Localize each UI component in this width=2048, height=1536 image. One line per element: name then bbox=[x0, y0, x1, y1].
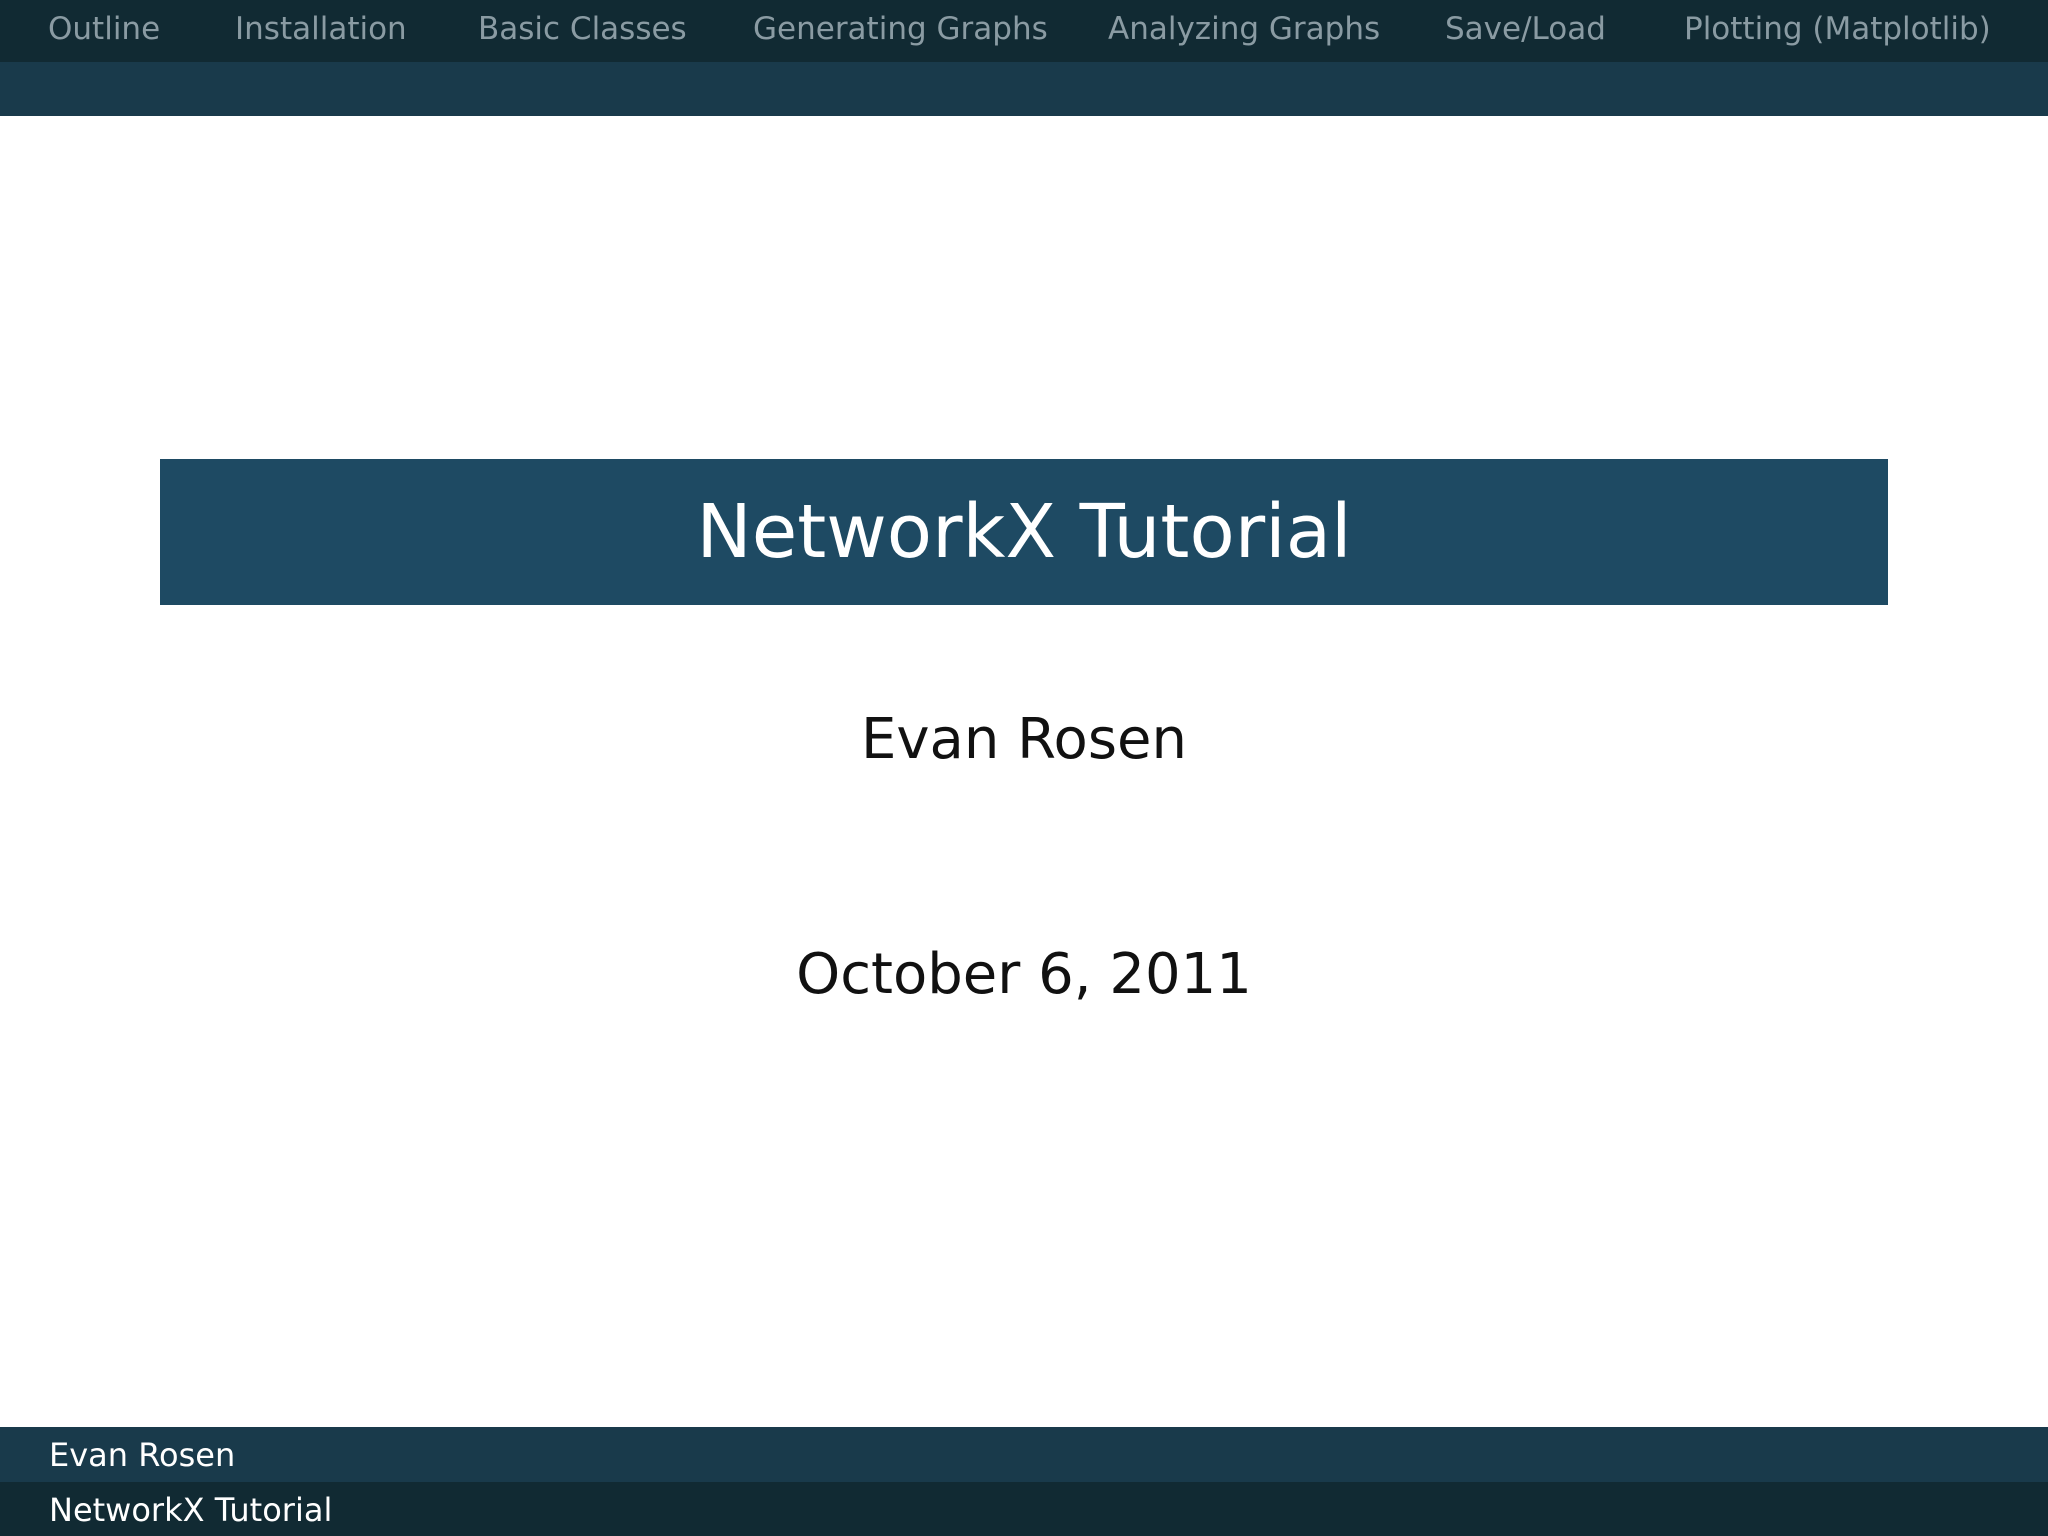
author-name: Evan Rosen bbox=[861, 707, 1187, 772]
nav-item-analyzing-graphs[interactable]: Analyzing Graphs bbox=[1108, 10, 1380, 48]
nav-item-generating-graphs[interactable]: Generating Graphs bbox=[753, 10, 1048, 48]
footer-title-bar: NetworkX Tutorial bbox=[0, 1482, 2048, 1536]
nav-item-outline[interactable]: Outline bbox=[48, 10, 160, 48]
footer-author-bar: Evan Rosen bbox=[0, 1427, 2048, 1482]
nav-item-basic-classes[interactable]: Basic Classes bbox=[478, 10, 687, 48]
presentation-date: October 6, 2011 bbox=[796, 942, 1252, 1007]
slide: Outline Installation Basic Classes Gener… bbox=[0, 0, 2048, 1536]
title-block: NetworkX Tutorial bbox=[160, 459, 1888, 605]
footer-author: Evan Rosen bbox=[49, 1436, 236, 1474]
nav-item-save-load[interactable]: Save/Load bbox=[1445, 10, 1606, 48]
section-navigation-bar: Outline Installation Basic Classes Gener… bbox=[0, 0, 2048, 62]
presentation-title: NetworkX Tutorial bbox=[696, 489, 1352, 575]
footer-title: NetworkX Tutorial bbox=[49, 1491, 333, 1529]
subsection-navigation-bar bbox=[0, 62, 2048, 116]
nav-item-plotting-matplotlib[interactable]: Plotting (Matplotlib) bbox=[1684, 10, 1991, 48]
nav-item-installation[interactable]: Installation bbox=[235, 10, 407, 48]
